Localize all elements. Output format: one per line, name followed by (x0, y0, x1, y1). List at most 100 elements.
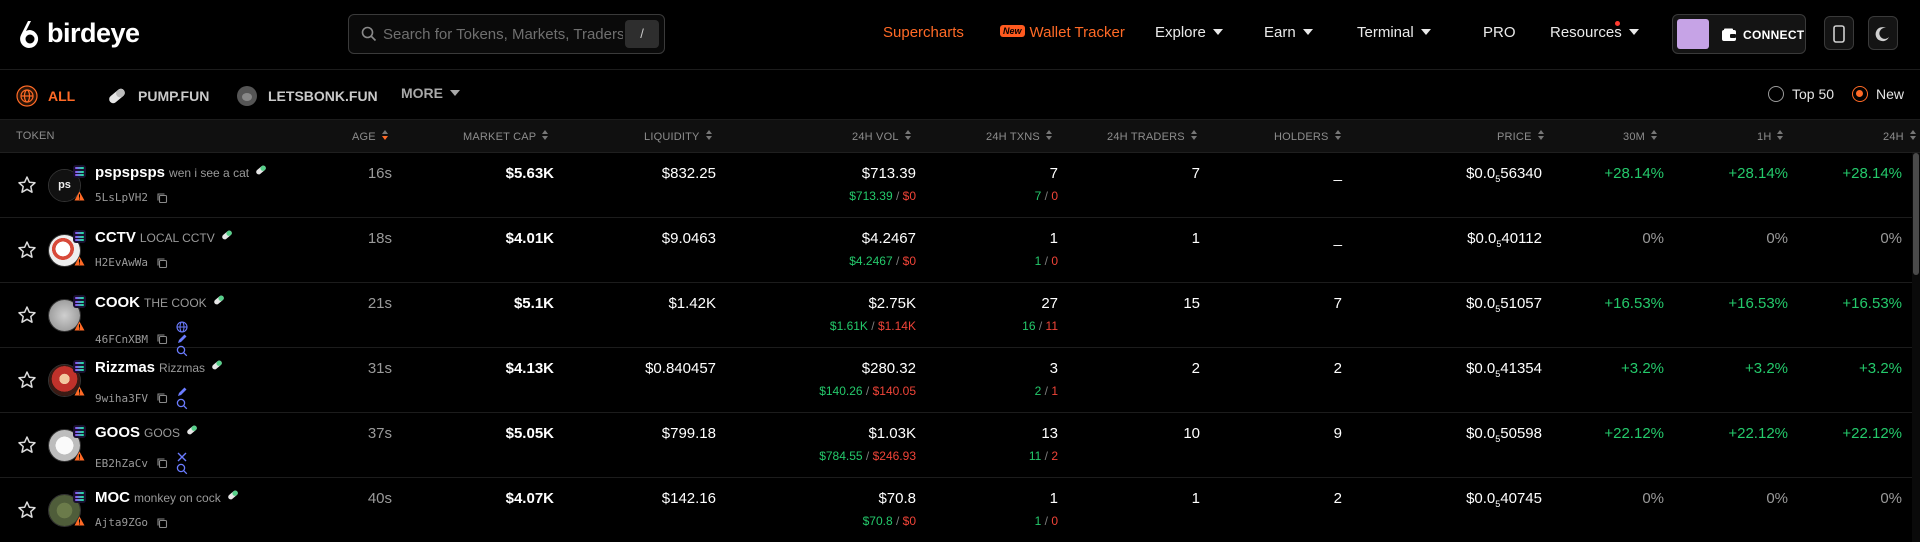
volume-value: $4.2467 (861, 230, 916, 247)
pen-icon[interactable] (176, 333, 188, 345)
token-name[interactable]: MOC monkey on cock (95, 489, 239, 506)
volume-breakdown: $1.61K / $1.14K (829, 319, 916, 333)
txns-breakdown: 11 / 2 (1028, 449, 1058, 463)
token-address: 9wiha3FV (95, 386, 188, 410)
radio-new[interactable]: New (1852, 86, 1904, 102)
radio-top-50-label: Top 50 (1792, 86, 1835, 102)
token-name[interactable]: COOK THE COOK (95, 294, 225, 311)
table-row[interactable]: ps pspspsps wen i see a cat 5LsLpVH2 16s … (0, 153, 1912, 218)
nav-supercharts[interactable]: Supercharts (883, 24, 964, 41)
nav-explore[interactable]: Explore (1155, 24, 1223, 41)
tab-letsbonk-fun[interactable]: LETSBONK.FUN (236, 85, 378, 107)
pump-pill-icon (212, 360, 222, 370)
token-name[interactable]: CCTV LOCAL CCTV (95, 229, 233, 246)
star-icon[interactable] (17, 370, 37, 390)
star-icon[interactable] (17, 240, 37, 260)
star-icon[interactable] (17, 435, 37, 455)
token-address-text: 5LsLpVH2 (95, 191, 148, 204)
radio-new-label: New (1876, 86, 1905, 102)
col-holders[interactable]: HOLDERS (1274, 130, 1342, 143)
token-symbol: GOOS (95, 424, 141, 441)
search-icon (361, 26, 377, 42)
token-address: Ajta9ZGo (95, 516, 168, 529)
star-icon[interactable] (17, 500, 37, 520)
volume-buy: $1.61K (829, 319, 868, 333)
filter-bar: ALL PUMP.FUN LETSBONK.FUN MORE Top 50 Ne… (0, 70, 1920, 120)
sort-icon (1537, 130, 1545, 141)
website-icon[interactable] (176, 321, 188, 333)
nav-wallet-tracker[interactable]: New Wallet Tracker (1000, 24, 1125, 41)
price-digits: 56340 (1500, 165, 1542, 182)
nav-terminal[interactable]: Terminal (1357, 24, 1431, 41)
tab-pump-fun-label: PUMP.FUN (138, 88, 210, 104)
volume-sell: $0 (902, 514, 916, 528)
pump-pill-icon (109, 88, 125, 104)
search-icon[interactable] (176, 398, 188, 410)
connect-wallet-button[interactable]: CONNECT (1672, 14, 1806, 54)
traders-value: 15 (1183, 295, 1200, 312)
scrollbar-thumb[interactable] (1913, 153, 1919, 275)
col-market-cap[interactable]: MARKET CAP (463, 130, 549, 143)
pump-pill-icon (187, 425, 197, 435)
col-24h-traders[interactable]: 24H TRADERS (1107, 130, 1198, 143)
token-name[interactable]: GOOS GOOS (95, 424, 198, 441)
copy-icon[interactable] (156, 192, 168, 204)
price-value: $0.0540745 (1466, 490, 1542, 509)
pump-pill-icon (256, 165, 266, 175)
holders-value: _ (1333, 230, 1342, 247)
age-value: 40s (367, 490, 392, 507)
x-twitter-icon[interactable] (176, 451, 188, 463)
col-price[interactable]: PRICE (1497, 130, 1545, 143)
search-input[interactable] (383, 15, 623, 53)
chevron-down-icon (1212, 29, 1223, 35)
price-value: $0.0556340 (1466, 165, 1542, 184)
liquidity-value: $142.16 (661, 490, 716, 507)
token-address-text: EB2hZaCv (95, 456, 148, 470)
moon-icon (1875, 27, 1889, 42)
search-icon[interactable] (176, 463, 188, 475)
theme-toggle-button[interactable] (1868, 16, 1898, 50)
market-cap-value: $4.07K (505, 490, 554, 507)
copy-icon[interactable] (156, 457, 168, 469)
birdeye-logo-icon (20, 20, 39, 48)
more-dropdown[interactable]: MORE (401, 85, 460, 101)
nav-pro[interactable]: PRO (1483, 24, 1516, 41)
table-row[interactable]: COOK THE COOK 46FCnXBM 21s $5.1K $1.42K $… (0, 283, 1912, 357)
token-fullname: monkey on cock (134, 491, 221, 505)
tab-all[interactable]: ALL (16, 85, 75, 107)
search-box[interactable]: / (348, 14, 665, 54)
star-icon[interactable] (17, 305, 37, 325)
copy-icon[interactable] (156, 333, 168, 345)
birdeye-logo[interactable]: birdeye (17, 18, 140, 49)
radio-indicator (1768, 86, 1784, 102)
table-row[interactable]: GOOS GOOS EB2hZaCv 37s $5.05K $799.18 $1.… (0, 413, 1912, 478)
col-age[interactable]: AGE (352, 130, 389, 143)
nav-earn[interactable]: Earn (1264, 24, 1313, 41)
market-cap-value: $5.05K (505, 425, 554, 442)
token-name[interactable]: pspspsps wen i see a cat (95, 164, 267, 181)
col-1h[interactable]: 1H (1757, 130, 1784, 143)
radio-top-50[interactable]: Top 50 (1768, 86, 1834, 102)
star-icon[interactable] (17, 175, 37, 195)
copy-icon[interactable] (156, 257, 168, 269)
table-row[interactable]: MOC monkey on cock Ajta9ZGo 40s $4.07K $1… (0, 478, 1912, 542)
sort-icon (1190, 130, 1198, 141)
solana-chain-icon (73, 360, 86, 373)
token-name[interactable]: Rizzmas Rizzmas (95, 359, 223, 376)
col-24h-vol[interactable]: 24H VOL (852, 130, 912, 143)
table-scrollbar[interactable] (1912, 153, 1920, 542)
tab-pump-fun[interactable]: PUMP.FUN (106, 85, 209, 107)
token-address: EB2hZaCv (95, 451, 188, 475)
copy-icon[interactable] (156, 517, 168, 529)
pen-icon[interactable] (176, 386, 188, 398)
price-digits: 51057 (1500, 295, 1542, 312)
copy-icon[interactable] (156, 392, 168, 404)
nav-resources[interactable]: Resources (1550, 24, 1639, 41)
mobile-app-button[interactable] (1824, 16, 1854, 50)
col-liquidity[interactable]: LIQUIDITY (644, 130, 713, 143)
col-24h-txns[interactable]: 24H TXNS (986, 130, 1053, 143)
col-24h[interactable]: 24H (1883, 130, 1917, 143)
table-row[interactable]: CCTV LOCAL CCTV H2EvAwWa 18s $4.01K $9.04… (0, 218, 1912, 283)
table-row[interactable]: Rizzmas Rizzmas 9wiha3FV 31s $4.13K $0.84… (0, 348, 1912, 413)
col-30m[interactable]: 30M (1623, 130, 1658, 143)
